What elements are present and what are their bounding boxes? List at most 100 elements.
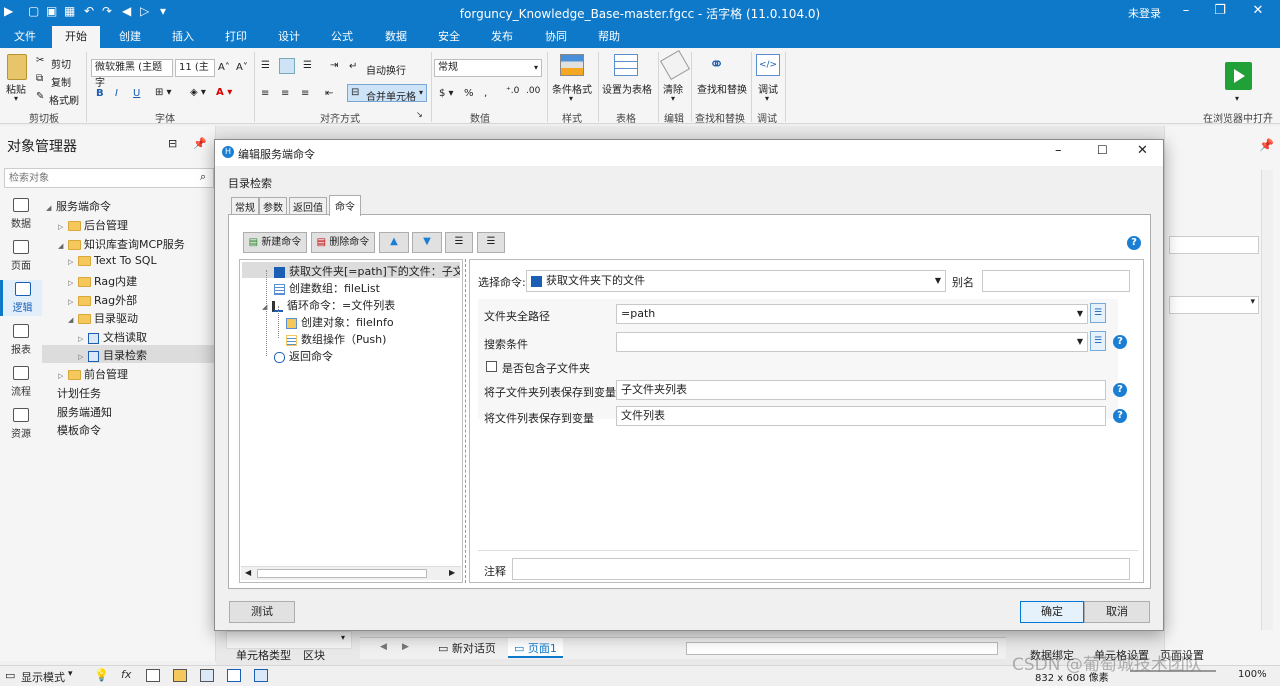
tab-help[interactable]: 帮助 [587,26,631,48]
align-left-icon[interactable]: ≡ [261,88,269,99]
fill-color-icon[interactable]: ◈ ▾ [190,87,206,98]
scroll-right-icon[interactable]: ▶ [449,568,455,577]
conditional-format-icon[interactable] [560,54,584,76]
minimize-icon[interactable]: – [1055,143,1062,158]
folder-path-input[interactable]: =path ▼ [616,304,1088,324]
wrap-text-button[interactable]: 自动换行 [366,62,406,77]
tree-template[interactable]: 模板命令 [57,422,101,438]
pin-icon[interactable]: 📌 [193,137,207,150]
tree-backend[interactable]: ▷ 后台管理 [58,217,128,233]
tree-text-to-sql[interactable]: ▷ Text To SQL [68,254,157,267]
tab-security[interactable]: 安全 [427,26,471,48]
currency-icon[interactable]: $ ▾ [439,88,454,99]
help-icon[interactable]: ? [1113,409,1127,423]
save-subfolders-input[interactable]: 子文件夹列表 [616,380,1106,400]
font-shrink-icon[interactable]: A˅ [236,62,248,73]
new-command-button[interactable]: ▤ 新建命令 [243,232,307,253]
tab-publish[interactable]: 发布 [480,26,524,48]
tree-frontend[interactable]: ▷ 前台管理 [58,366,128,382]
tab-data[interactable]: 数据 [374,26,418,48]
formula-edit-icon[interactable]: ☰ [1090,303,1106,323]
tree-notify[interactable]: 服务端通知 [57,404,112,420]
chevron-down-icon[interactable]: ▾ [765,94,769,103]
table-icon[interactable] [614,54,638,76]
percent-icon[interactable]: % [464,88,474,99]
delete-command-button[interactable]: ▤ 删除命令 [311,232,375,253]
align-bottom-icon[interactable]: ☰ [303,60,312,71]
lightbulb-icon[interactable]: 💡 [94,668,109,682]
border-icon[interactable]: ⊞ ▾ [155,87,172,98]
save-files-input[interactable]: 文件列表 [616,406,1106,426]
property-select[interactable]: ▾ [1169,296,1259,314]
tab-block[interactable]: 区块 [303,647,325,663]
tab-return[interactable]: 返回值 [289,197,327,215]
grid-icon[interactable] [200,669,214,682]
tab-cell-type[interactable]: 单元格类型 [236,647,291,663]
search-condition-input[interactable]: ▼ [616,332,1088,352]
scroll-left-icon[interactable]: ◀ [245,568,251,577]
nav-logic[interactable]: 逻辑 [0,280,42,316]
tree-dir-search[interactable]: ▷ 目录检索 [78,347,147,363]
collapse-ribbon-icon[interactable]: ˄ [1266,112,1270,121]
ab-icon[interactable] [146,669,160,682]
cancel-button[interactable]: 取消 [1084,601,1150,623]
tab-start[interactable]: 开始 [52,26,100,48]
command-array-push[interactable]: 数组操作（Push) [286,331,386,347]
command-return[interactable]: 返回命令 [274,348,333,364]
page-view-icon[interactable] [254,669,268,682]
outdent-button[interactable]: ☰ [477,232,505,253]
cut-button[interactable]: 剪切 [51,56,71,71]
dialog-launcher-icon[interactable]: ↘ [416,110,423,119]
code-icon[interactable]: </> [756,54,780,76]
wrap-icon[interactable]: ↵ [349,61,357,72]
tree-rag-out[interactable]: ▷ Rag外部 [68,292,137,308]
ok-button[interactable]: 确定 [1020,601,1084,623]
paste-icon[interactable] [7,54,27,80]
copy-icon[interactable]: ⧉ [36,73,43,84]
test-button[interactable]: 测试 [229,601,295,623]
search-icon[interactable]: ⌕ [200,170,206,184]
tab-page1[interactable]: ▭ 页面1 [508,638,563,658]
display-mode-label[interactable]: 显示模式 [21,669,65,685]
comma-icon[interactable]: , [484,88,487,99]
underline-icon[interactable]: U [133,88,140,99]
binoculars-icon[interactable]: ⚭ [709,54,724,75]
font-name-select[interactable]: 微软雅黑 (主题字 [91,59,173,89]
help-icon[interactable]: ? [1113,383,1127,397]
tree-server-commands[interactable]: ◢ 服务端命令 [46,198,111,214]
close-icon[interactable]: ✕ [1137,143,1148,158]
tab-insert[interactable]: 插入 [161,26,205,48]
format-painter-button[interactable]: 格式刷 [49,92,79,107]
align-top-icon[interactable]: ☰ [261,60,270,71]
command-create-array[interactable]: 创建数组：fileList [274,280,380,296]
brush-icon[interactable]: ✎ [36,91,44,102]
font-grow-icon[interactable]: A˄ [218,62,230,73]
tab-command[interactable]: 命令 [329,195,361,216]
chevron-down-icon[interactable]: ▾ [341,633,345,642]
font-color-icon[interactable]: A ▾ [216,87,232,98]
tab-params[interactable]: 参数 [259,197,287,215]
command-type-select[interactable]: 获取文件夹下的文件 ▼ [526,270,946,292]
command-create-object[interactable]: 创建对象：fileInfo [286,314,394,330]
tree-rag-in[interactable]: ▷ Rag内建 [68,273,137,289]
align-right-icon[interactable]: ≡ [301,88,309,99]
open-browser-label[interactable]: 在浏览器中打开 [1200,110,1276,125]
zoom-level[interactable]: 100% [1238,669,1267,680]
move-down-button[interactable]: ▼ [412,232,442,253]
maximize-icon[interactable]: ☐ [1097,143,1108,157]
nav-resource[interactable]: 资源 [0,408,42,440]
increase-decimal-icon[interactable]: ⁺.0 [506,86,519,96]
move-up-button[interactable]: ▲ [379,232,409,253]
tab-formula[interactable]: 公式 [320,26,364,48]
pin-icon[interactable]: 📌 [1259,138,1274,152]
nav-report[interactable]: 报表 [0,324,42,356]
help-icon[interactable]: ? [1113,335,1127,349]
indent-button[interactable]: ☰ [445,232,473,253]
close-window-icon[interactable]: ✕ [1248,3,1268,18]
horizontal-scrollbar[interactable] [686,642,998,655]
nav-page[interactable]: 页面 [0,240,42,272]
login-status[interactable]: 未登录 [1128,5,1161,21]
play-browser-icon[interactable] [1225,62,1252,90]
include-subfolder-checkbox[interactable] [486,361,497,372]
tab-general[interactable]: 常规 [231,197,259,215]
